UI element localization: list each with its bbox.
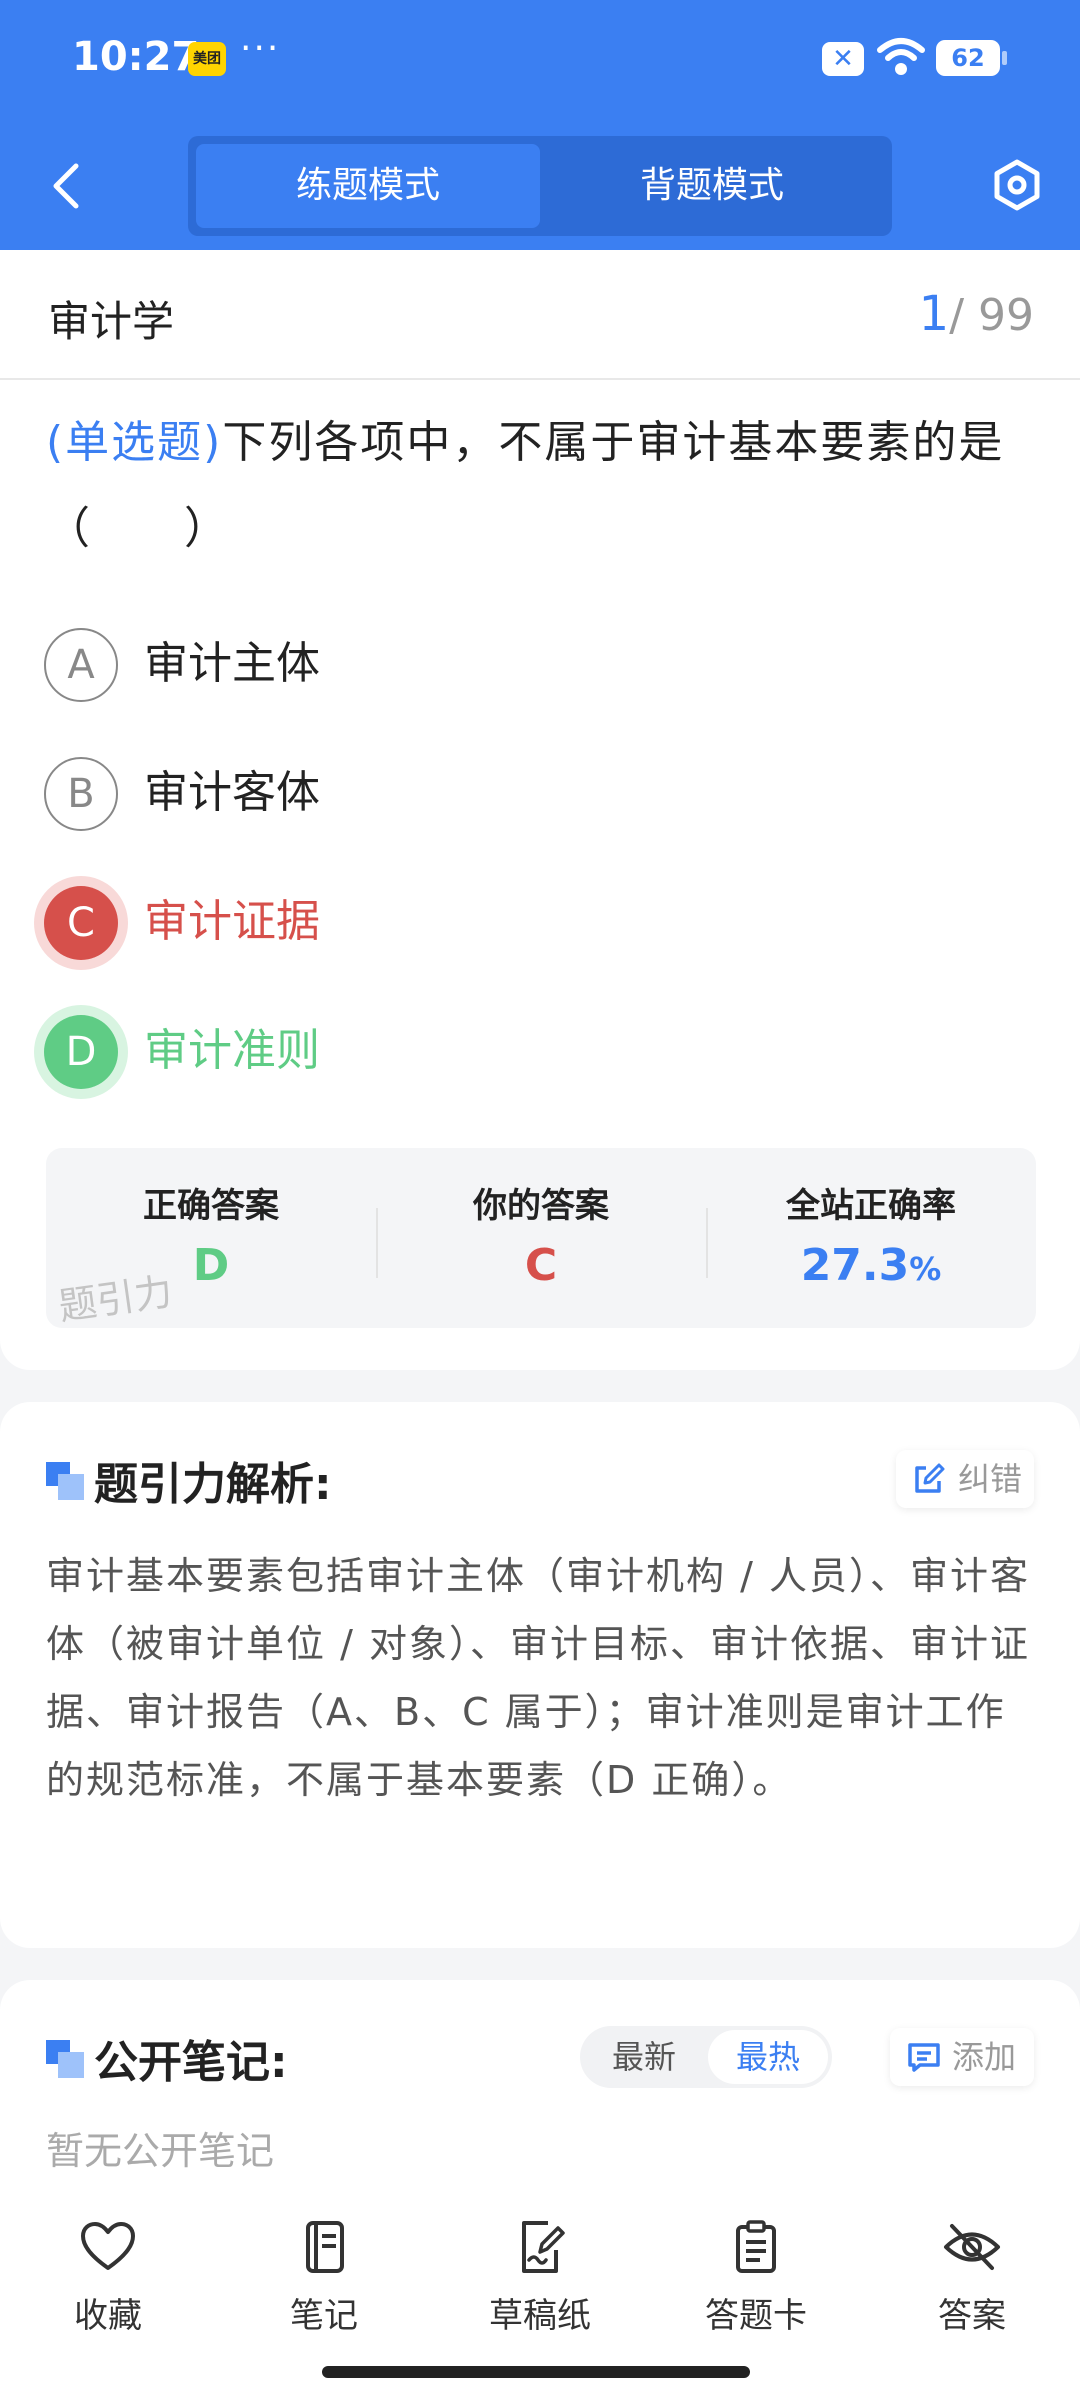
scratch-paper-icon: [522, 2221, 565, 2273]
report-error-button[interactable]: 纠错: [896, 1450, 1034, 1508]
edit-icon: [915, 1463, 945, 1493]
option-letter: B: [44, 757, 118, 831]
your-answer-label: 你的答案: [473, 1186, 609, 1226]
question-stem: (单选题)下列各项中，不属于审计基本要素的是（ ）: [46, 400, 1042, 572]
report-error-label: 纠错: [958, 1460, 1023, 1498]
notes-button[interactable]: 笔记: [234, 2220, 414, 2360]
favorite-label: 收藏: [74, 2296, 142, 2336]
section-icon: [46, 2040, 84, 2078]
answer-result-panel: 正确答案 D 你的答案 C 全站正确率 27.3% 题引力: [46, 1148, 1036, 1329]
status-time: 10:27: [72, 34, 200, 80]
correct-answer-label: 正确答案: [143, 1186, 279, 1226]
accuracy-rate-label: 全站正确率: [786, 1186, 956, 1226]
tab-memorize-mode[interactable]: 背题模式: [540, 144, 884, 228]
comment-icon: [908, 2043, 940, 2072]
notes-title: 公开笔记:: [94, 2037, 288, 2088]
total-questions: / 99: [949, 290, 1034, 341]
question-card: 审计学 1/ 99 (单选题)下列各项中，不属于审计基本要素的是（ ） A 审计…: [0, 250, 1080, 1370]
analysis-text: 审计基本要素包括审计主体（审计机构 / 人员）、审计客体（被审计单位 / 对象）…: [46, 1554, 1030, 1802]
sort-hottest-tab[interactable]: 最热: [708, 2030, 828, 2084]
notes-sort-switch: 最新 最热: [580, 2026, 832, 2088]
empty-notes-text: 暂无公开笔记: [46, 2129, 275, 2173]
your-answer-block: 你的答案 C: [376, 1148, 706, 1328]
more-notifications-icon: ···: [240, 28, 281, 69]
question-counter: 1/ 99: [919, 286, 1034, 342]
current-question-number: 1: [918, 286, 950, 342]
option-text: 审计准则: [144, 1025, 320, 1076]
option-letter: A: [44, 628, 118, 702]
battery-icon: 62: [936, 40, 1007, 76]
analysis-card: 题引力解析: 纠错 审计基本要素包括审计主体（审计机构 / 人员）、审计客体（被…: [0, 1402, 1080, 1948]
clipboard-icon: [736, 2220, 776, 2273]
option-d[interactable]: D 审计准则: [44, 1001, 944, 1101]
option-c[interactable]: C 审计证据: [44, 872, 944, 972]
scratch-paper-label: 草稿纸: [489, 2296, 591, 2336]
home-indicator[interactable]: [322, 2366, 750, 2378]
answer-sheet-button[interactable]: 答题卡: [666, 2220, 846, 2360]
toggle-answer-label: 答案: [938, 2296, 1006, 2336]
notes-label: 笔记: [290, 2296, 358, 2336]
your-answer-value: C: [524, 1240, 558, 1291]
scratch-paper-button[interactable]: 草稿纸: [450, 2220, 630, 2360]
toggle-answer-button[interactable]: 答案: [882, 2220, 1062, 2360]
option-b[interactable]: B 审计客体: [44, 743, 944, 843]
settings-button[interactable]: [990, 158, 1044, 212]
subject-title: 审计学: [48, 297, 175, 346]
option-text: 审计客体: [144, 767, 320, 818]
accuracy-rate-block: 全站正确率 27.3%: [706, 1148, 1036, 1328]
tab-practice-mode[interactable]: 练题模式: [196, 144, 540, 228]
option-text: 审计主体: [144, 638, 320, 689]
eye-off-icon: [944, 2224, 1000, 2270]
mode-switch: 练题模式 背题模式: [188, 136, 892, 236]
add-note-button[interactable]: 添加: [890, 2028, 1034, 2086]
wifi-icon: [877, 38, 925, 75]
notebook-icon: [306, 2221, 344, 2273]
favorite-button[interactable]: 收藏: [18, 2220, 198, 2360]
add-note-label: 添加: [952, 2038, 1017, 2076]
close-notification-icon: ✕: [822, 42, 864, 76]
option-letter: D: [44, 1015, 118, 1089]
option-text: 审计证据: [144, 896, 320, 947]
accuracy-rate-number: 27.3: [800, 1240, 910, 1291]
option-letter: C: [44, 886, 118, 960]
analysis-title: 题引力解析:: [94, 1459, 332, 1510]
app-header: 10:27 美团 ··· ✕ 62 练题模式 背题模式: [0, 0, 1080, 250]
question-type: (单选题): [46, 417, 223, 468]
meituan-notification-icon: 美团: [188, 42, 226, 76]
heart-icon: [81, 2222, 135, 2270]
accuracy-rate-value: 27.3%: [706, 1240, 1036, 1291]
sort-newest-tab[interactable]: 最新: [584, 2030, 704, 2084]
back-button[interactable]: [40, 156, 92, 216]
answer-sheet-label: 答题卡: [705, 2296, 807, 2336]
section-icon: [46, 1462, 84, 1500]
accuracy-rate-unit: %: [909, 1250, 942, 1288]
divider: [0, 378, 1080, 380]
option-a[interactable]: A 审计主体: [44, 614, 944, 714]
